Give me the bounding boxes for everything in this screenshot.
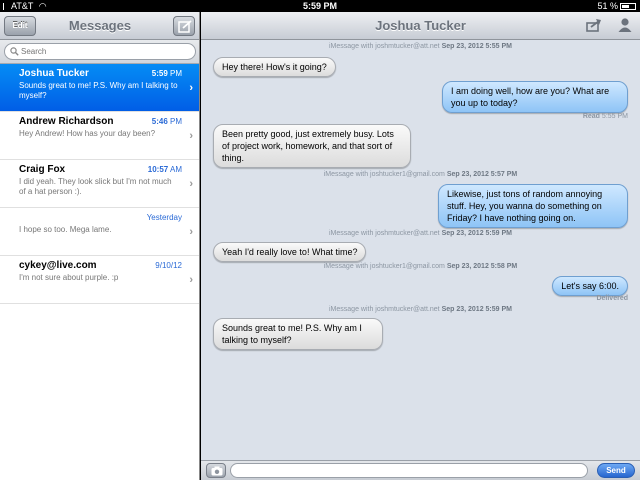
conversation-item[interactable]: Joshua Tucker 5:59 PM Sounds great to me… [0,64,199,112]
status-bar: AT&T ◠ 5:59 PM 51 % [0,0,640,12]
status-time: 5:59 PM [302,1,337,11]
conversation-preview: I'm not sure about purple. :p [19,273,119,282]
message-thread[interactable]: iMessage with joshmtucker@att.net Sep 23… [201,40,640,460]
message-timestamp: iMessage with joshmtucker@att.net Sep 23… [329,43,512,50]
conversation-list-pane: Edit Messages Joshua Tucker 5:59 PM Soun… [0,12,200,480]
battery-info: 51 % [597,0,636,12]
search-icon [10,47,19,56]
messages-title: Messages [68,18,132,33]
conversation-time: Yesterday [146,213,182,222]
conversation-preview: Hey Andrew! How has your day been? [19,129,156,138]
conversation-time: 10:57 AM [147,165,182,174]
message-timestamp: iMessage with joshtucker1@gmail.com Sep … [323,263,518,270]
chevron-right-icon: › [189,178,193,190]
conversation-item[interactable]: cykey@live.com 9/10/12 I'm not sure abou… [0,256,199,304]
chevron-right-icon: › [189,274,193,286]
camera-button[interactable] [206,463,226,478]
conversation-header: Joshua Tucker [201,12,640,40]
conversation-time: 9/10/12 [155,261,182,270]
conversation-item[interactable]: Andrew Richardson 5:46 PM Hey Andrew! Ho… [0,112,199,160]
conversation-item[interactable]: Craig Fox 10:57 AM I did yeah. They look… [0,160,199,208]
conversation-time: 5:46 PM [151,117,182,126]
search-bar [0,40,199,64]
conversation-name: Craig Fox [19,164,66,175]
incoming-message[interactable]: Been pretty good, just extremely busy. L… [213,124,411,168]
conversation-preview: I did yeah. They look slick but I'm not … [19,177,172,196]
conversation-name: cykey@live.com [19,260,97,271]
outgoing-message[interactable]: I am doing well, how are you? What are y… [442,81,628,113]
message-timestamp: iMessage with joshtucker1@gmail.com Sep … [323,171,518,178]
search-field[interactable] [4,43,196,60]
camera-icon [211,466,223,476]
battery-icon [620,3,636,10]
conversation-title: Joshua Tucker [375,18,466,33]
delivered-receipt: Delivered [596,295,628,302]
outgoing-message[interactable]: Likewise, just tons of random annoying s… [438,184,628,228]
battery-label: 51 % [597,1,618,11]
incoming-message[interactable]: Sounds great to me! P.S. Why am I talkin… [213,318,383,350]
conversation-preview: Sounds great to me! P.S. Why am I talkin… [19,81,178,100]
send-button[interactable]: Send [597,463,635,478]
contact-icon[interactable] [618,17,632,33]
compose-button[interactable] [173,16,195,36]
message-timestamp: iMessage with joshmtucker@att.net Sep 23… [329,306,512,313]
read-receipt: Read 5:55 PM [582,113,628,120]
conversation-name: Andrew Richardson [19,116,114,127]
search-input[interactable] [21,45,191,58]
incoming-message[interactable]: Yeah I'd really love to! What time? [213,242,367,262]
outgoing-message[interactable]: Let's say 6:00. [552,276,628,296]
messages-header: Edit Messages [0,12,199,40]
message-input[interactable] [230,463,588,478]
chevron-right-icon: › [189,82,193,94]
conversation-preview: I hope so too. Mega lame. [19,225,112,234]
incoming-message[interactable]: Hey there! How's it going? [213,57,336,77]
conversation-item[interactable]: Yesterday I hope so too. Mega lame. › [0,208,199,256]
compose-icon [178,20,192,33]
message-timestamp: iMessage with joshmtucker@att.net Sep 23… [329,230,512,237]
share-icon[interactable] [586,18,602,32]
conversation-time: 5:59 PM [151,69,182,78]
chevron-right-icon: › [189,226,193,238]
chevron-right-icon: › [189,130,193,142]
conversation-name: Joshua Tucker [19,68,89,79]
conversation-pane: Joshua Tucker iMessage with joshmtucker@… [201,12,640,480]
message-composer: Send [201,460,640,480]
